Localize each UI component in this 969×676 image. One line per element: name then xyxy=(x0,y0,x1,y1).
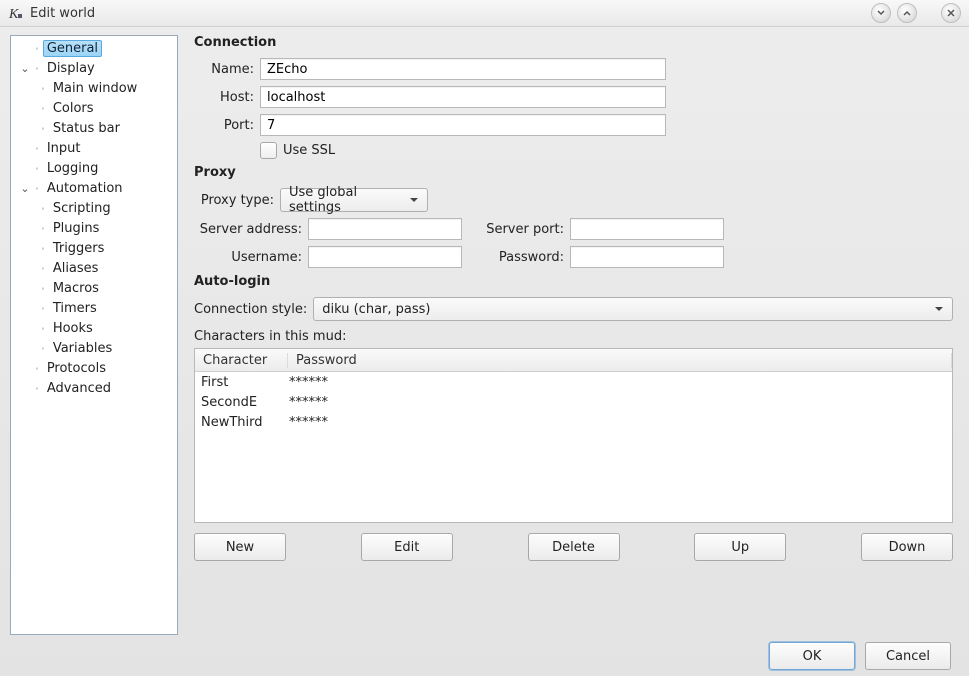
sidebar-item-input[interactable]: ·Input xyxy=(11,138,177,158)
connection-section-header: Connection xyxy=(194,35,953,50)
sidebar-item-label: Plugins xyxy=(49,220,104,237)
sidebar-item-label: Logging xyxy=(43,160,103,177)
sidebar-item-triggers[interactable]: ·Triggers xyxy=(11,238,177,258)
sidebar-item-label: General xyxy=(43,40,102,57)
name-input[interactable] xyxy=(260,58,666,80)
checkbox-box-icon xyxy=(260,142,277,159)
table-row[interactable]: First****** xyxy=(195,372,952,392)
server-address-input[interactable] xyxy=(308,218,462,240)
table-header: Character Password xyxy=(195,349,952,372)
app-icon: K xyxy=(8,5,24,21)
sidebar-item-plugins[interactable]: ·Plugins xyxy=(11,218,177,238)
window-title: Edit world xyxy=(30,6,95,21)
host-input[interactable] xyxy=(260,86,666,108)
proxy-type-select[interactable]: Use global settings xyxy=(280,188,428,212)
up-button[interactable]: Up xyxy=(694,533,786,561)
sidebar-item-label: Input xyxy=(43,140,85,157)
connection-style-value: diku (char, pass) xyxy=(322,302,430,317)
sidebar-item-advanced[interactable]: ·Advanced xyxy=(11,378,177,398)
settings-panel: Connection Name: Host: Port: Use SSL Pro… xyxy=(188,35,959,635)
sidebar-item-colors[interactable]: ·Colors xyxy=(11,98,177,118)
column-password[interactable]: Password xyxy=(288,353,952,368)
proxy-type-value: Use global settings xyxy=(289,185,401,215)
new-button[interactable]: New xyxy=(194,533,286,561)
title-bar: K Edit world xyxy=(0,0,969,27)
connection-style-label: Connection style: xyxy=(194,302,307,317)
server-port-label: Server port: xyxy=(472,222,564,237)
sidebar-item-label: Protocols xyxy=(43,360,110,377)
table-row[interactable]: SecondE****** xyxy=(195,392,952,412)
proxy-type-label: Proxy type: xyxy=(194,193,274,208)
sidebar-item-display[interactable]: ⌄·Display xyxy=(11,58,177,78)
maximize-button[interactable] xyxy=(897,3,917,23)
sidebar-item-label: Main window xyxy=(49,80,142,97)
server-port-input[interactable] xyxy=(570,218,724,240)
table-row[interactable]: NewThird****** xyxy=(195,412,952,432)
sidebar-item-status-bar[interactable]: ·Status bar xyxy=(11,118,177,138)
delete-button[interactable]: Delete xyxy=(528,533,620,561)
proxy-username-input[interactable] xyxy=(308,246,462,268)
autologin-section-header: Auto-login xyxy=(194,274,953,289)
sidebar-item-label: Variables xyxy=(49,340,116,357)
sidebar-item-variables[interactable]: ·Variables xyxy=(11,338,177,358)
cell-password: ****** xyxy=(283,395,952,410)
tree-expander-icon[interactable]: ⌄ xyxy=(19,62,31,75)
sidebar-item-main-window[interactable]: ·Main window xyxy=(11,78,177,98)
sidebar-item-aliases[interactable]: ·Aliases xyxy=(11,258,177,278)
sidebar-item-label: Scripting xyxy=(49,200,115,217)
cell-character: First xyxy=(195,375,283,390)
sidebar-item-label: Status bar xyxy=(49,120,124,137)
proxy-username-label: Username: xyxy=(194,250,302,265)
sidebar-item-general[interactable]: ·General xyxy=(11,38,177,58)
column-character[interactable]: Character xyxy=(195,353,288,368)
sidebar-item-protocols[interactable]: ·Protocols xyxy=(11,358,177,378)
settings-tree[interactable]: ·General⌄·Display·Main window·Colors·Sta… xyxy=(10,35,178,635)
port-label: Port: xyxy=(194,118,254,133)
server-address-label: Server address: xyxy=(194,222,302,237)
cell-password: ****** xyxy=(283,375,952,390)
sidebar-item-automation[interactable]: ⌄·Automation xyxy=(11,178,177,198)
cancel-button[interactable]: Cancel xyxy=(865,642,951,670)
proxy-section-header: Proxy xyxy=(194,165,953,180)
name-label: Name: xyxy=(194,62,254,77)
dropdown-arrow-icon xyxy=(409,197,419,203)
sidebar-item-label: Display xyxy=(43,60,99,77)
host-label: Host: xyxy=(194,90,254,105)
sidebar-item-label: Hooks xyxy=(49,320,97,337)
characters-list-label: Characters in this mud: xyxy=(194,329,953,344)
close-button[interactable] xyxy=(941,3,961,23)
use-ssl-label: Use SSL xyxy=(283,143,335,158)
cell-character: SecondE xyxy=(195,395,283,410)
svg-text:K: K xyxy=(8,7,19,21)
ok-button[interactable]: OK xyxy=(769,642,855,670)
edit-button[interactable]: Edit xyxy=(361,533,453,561)
sidebar-item-macros[interactable]: ·Macros xyxy=(11,278,177,298)
sidebar-item-hooks[interactable]: ·Hooks xyxy=(11,318,177,338)
tree-expander-icon[interactable]: ⌄ xyxy=(19,182,31,195)
dialog-footer: OK Cancel xyxy=(0,635,969,676)
sidebar-item-label: Macros xyxy=(49,280,103,297)
sidebar-item-logging[interactable]: ·Logging xyxy=(11,158,177,178)
sidebar-item-label: Triggers xyxy=(49,240,109,257)
cell-password: ****** xyxy=(283,415,952,430)
dropdown-arrow-icon xyxy=(934,306,944,312)
proxy-password-input[interactable] xyxy=(570,246,724,268)
sidebar-item-label: Aliases xyxy=(49,260,103,277)
use-ssl-checkbox[interactable]: Use SSL xyxy=(260,142,335,159)
sidebar-item-label: Timers xyxy=(49,300,101,317)
down-button[interactable]: Down xyxy=(861,533,953,561)
sidebar-item-label: Colors xyxy=(49,100,98,117)
sidebar-item-label: Automation xyxy=(43,180,127,197)
proxy-password-label: Password: xyxy=(472,250,564,265)
characters-table[interactable]: Character Password First******SecondE***… xyxy=(194,348,953,523)
port-input[interactable] xyxy=(260,114,666,136)
connection-style-select[interactable]: diku (char, pass) xyxy=(313,297,953,321)
sidebar-item-scripting[interactable]: ·Scripting xyxy=(11,198,177,218)
sidebar-item-label: Advanced xyxy=(43,380,115,397)
minimize-button[interactable] xyxy=(871,3,891,23)
sidebar-item-timers[interactable]: ·Timers xyxy=(11,298,177,318)
cell-character: NewThird xyxy=(195,415,283,430)
